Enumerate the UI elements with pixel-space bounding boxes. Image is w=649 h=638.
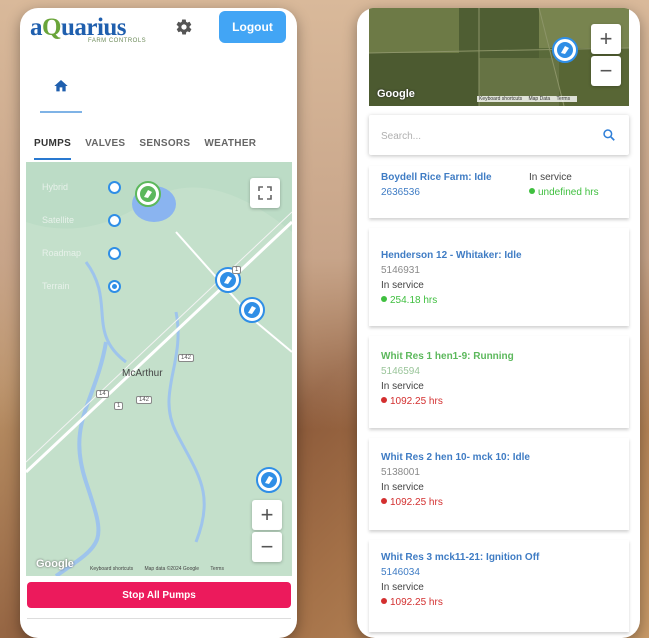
pump-marker-idle[interactable] — [255, 466, 283, 494]
terms-link[interactable]: Terms — [210, 566, 224, 572]
tab-weather[interactable]: WEATHER — [204, 132, 256, 160]
pump-status: In service — [529, 172, 572, 183]
satellite-map[interactable]: + − Google Keyboard shortcuts Map Data T… — [369, 8, 629, 106]
pump-status: In service — [381, 280, 424, 291]
status-dot — [381, 598, 387, 605]
search-bar — [369, 115, 629, 155]
pump-map[interactable]: Hybrid Satellite Roadmap Terrain McArthu… — [26, 162, 292, 576]
pump-title: Whit Res 3 mck11-21: Ignition Off — [381, 552, 540, 563]
pump-serial: 5146034 — [381, 567, 420, 578]
home-icon[interactable] — [53, 78, 69, 94]
pump-status: In service — [381, 381, 424, 392]
home-tab-indicator — [40, 111, 82, 113]
phone-left-screen: aQuarius FARM CONTROLS Logout PUMPS VALV… — [20, 8, 297, 638]
radio-roadmap[interactable] — [108, 247, 121, 260]
zoom-out-button[interactable]: − — [591, 56, 621, 86]
pump-marker-idle[interactable] — [238, 296, 266, 324]
road-tag: 1 — [232, 266, 242, 274]
status-dot — [381, 498, 387, 505]
pump-card[interactable]: Whit Res 3 mck11-21: Ignition Off 514603… — [369, 540, 629, 632]
pump-serial: 2636536 — [381, 187, 420, 198]
road-tag: 142 — [178, 354, 195, 362]
search-input[interactable] — [379, 123, 583, 149]
category-tabs: PUMPS VALVES SENSORS WEATHER — [20, 132, 297, 160]
radio-terrain[interactable] — [108, 280, 121, 293]
zoom-out-button[interactable]: − — [252, 532, 282, 562]
pump-card[interactable]: Whit Res 1 hen1-9: Running 5146594 In se… — [369, 336, 629, 428]
tab-pumps[interactable]: PUMPS — [34, 132, 72, 160]
zoom-in-button[interactable]: + — [591, 24, 621, 54]
pump-card[interactable]: Boydell Rice Farm: Idle 2636536 In servi… — [369, 166, 629, 218]
pump-hours: undefined hrs — [529, 187, 599, 198]
logout-button[interactable]: Logout — [219, 11, 286, 43]
road-tag: 14 — [96, 390, 109, 398]
pump-list-peek — [27, 618, 291, 638]
keyboard-shortcuts-link[interactable]: Keyboard shortcuts — [90, 566, 133, 572]
map-attribution: Keyboard shortcuts Map Data Terms — [477, 96, 578, 102]
pump-card[interactable]: Henderson 12 - Whitaker: Idle 5146931 In… — [369, 228, 629, 326]
search-icon[interactable] — [602, 128, 616, 142]
aquarius-logo: aQuarius FARM CONTROLS — [30, 14, 147, 44]
phone-right-screen: + − Google Keyboard shortcuts Map Data T… — [357, 8, 640, 638]
road-tag: 1 — [114, 402, 124, 410]
pump-hours: 254.18 hrs — [381, 295, 437, 306]
status-dot — [381, 296, 387, 303]
pump-title: Henderson 12 - Whitaker: Idle — [381, 250, 522, 261]
pump-card[interactable]: Whit Res 2 hen 10- mck 10: Idle 5138001 … — [369, 438, 629, 530]
town-label: McArthur — [122, 368, 163, 379]
pump-serial: 5146594 — [381, 366, 420, 377]
pump-serial: 5146931 — [381, 265, 420, 276]
fullscreen-button[interactable] — [250, 178, 280, 208]
zoom-in-button[interactable]: + — [252, 500, 282, 530]
pump-status: In service — [381, 582, 424, 593]
fullscreen-icon — [258, 186, 272, 200]
pump-title: Whit Res 1 hen1-9: Running — [381, 351, 514, 362]
terms-link[interactable]: Terms — [556, 96, 570, 102]
pump-status: In service — [381, 482, 424, 493]
status-dot — [529, 188, 535, 195]
status-dot — [381, 397, 387, 404]
map-attribution: Keyboard shortcuts Map data ©2024 Google… — [90, 566, 234, 572]
map-data-text: Map data ©2024 Google — [144, 566, 200, 572]
app-header: aQuarius FARM CONTROLS Logout — [20, 8, 297, 52]
road-tag: 142 — [136, 396, 153, 404]
map-data-text: Map Data — [528, 96, 551, 102]
keyboard-shortcuts-link[interactable]: Keyboard shortcuts — [479, 96, 522, 102]
pump-title: Boydell Rice Farm: Idle — [381, 172, 492, 183]
pump-hours: 1092.25 hrs — [381, 497, 443, 508]
pump-marker-idle[interactable] — [551, 36, 579, 64]
tab-valves[interactable]: VALVES — [85, 132, 125, 160]
google-logo: Google — [36, 558, 74, 570]
pump-marker-running[interactable] — [134, 180, 162, 208]
home-nav — [20, 64, 297, 113]
radio-satellite[interactable] — [108, 214, 121, 227]
gear-icon[interactable] — [175, 18, 193, 36]
pump-hours: 1092.25 hrs — [381, 597, 443, 608]
pump-hours: 1092.25 hrs — [381, 396, 443, 407]
pump-title: Whit Res 2 hen 10- mck 10: Idle — [381, 452, 530, 463]
pump-serial: 5138001 — [381, 467, 420, 478]
tab-sensors[interactable]: SENSORS — [139, 132, 190, 160]
stop-all-pumps-button[interactable]: Stop All Pumps — [27, 582, 291, 608]
logo-subtitle: FARM CONTROLS — [88, 38, 147, 44]
google-logo: Google — [377, 88, 415, 100]
radio-hybrid[interactable] — [108, 181, 121, 194]
